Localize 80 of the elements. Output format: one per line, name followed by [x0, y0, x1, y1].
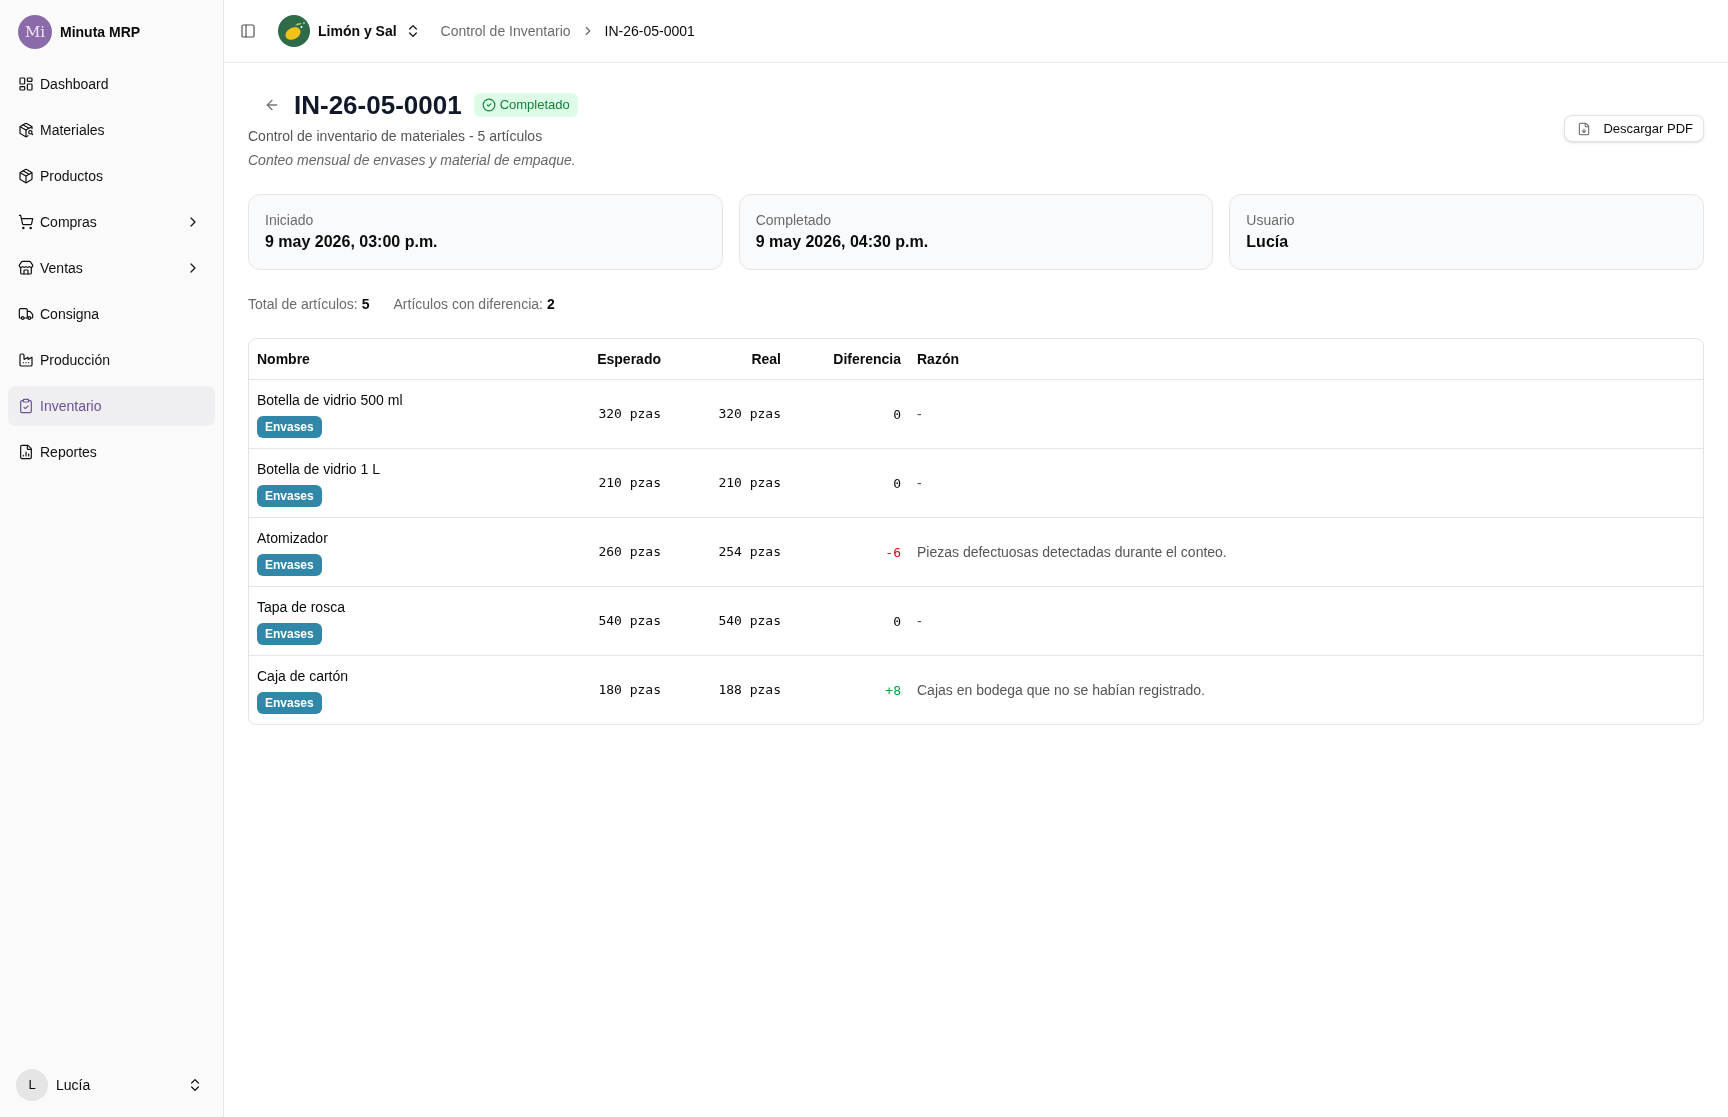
- card-label: Usuario: [1246, 211, 1296, 230]
- table-cell-text: 210 pzas: [717, 474, 782, 493]
- total-value: 5: [361, 295, 370, 314]
- check-circle-icon: [481, 98, 496, 112]
- table-cell-text: -: [916, 404, 923, 424]
- difference-value: +8: [885, 683, 901, 698]
- dashboard-icon: [18, 76, 34, 92]
- nav-item[interactable]: Materiales: [8, 110, 215, 150]
- table-cell-text: -: [916, 611, 923, 631]
- card-label: Completado: [755, 211, 833, 230]
- table-cell-text: 320 pzas: [717, 405, 782, 424]
- column-header: Real: [750, 349, 782, 369]
- company-name[interactable]: Limón y Sal: [318, 20, 397, 42]
- difference-value: 0: [893, 476, 901, 491]
- file-download-icon: [1577, 121, 1592, 136]
- table-cell-text: Cajas en bodega que no se habían registrado.: [916, 680, 1206, 700]
- table-cell-text: -: [916, 473, 923, 493]
- table-cell-text: 540 pzas: [597, 612, 662, 631]
- download-pdf-button[interactable]: Descargar PDF: [1564, 115, 1704, 142]
- column-header: Esperado: [596, 349, 662, 369]
- nav-item[interactable]: Dashboard: [8, 64, 215, 104]
- category-badge: Envases: [257, 416, 322, 438]
- nav-item[interactable]: Inventario: [8, 386, 215, 426]
- truck-icon: [18, 306, 34, 322]
- table-cell-text: 540 pzas: [717, 612, 782, 631]
- item-name: Caja de cartón: [257, 667, 349, 686]
- nav-item[interactable]: Compras: [8, 202, 215, 242]
- table-cell-text: 260 pzas: [597, 543, 662, 562]
- cart-icon: [18, 214, 34, 230]
- difference-value: -6: [885, 545, 901, 560]
- total-label: Artículos con diferencia:: [393, 295, 543, 314]
- category-badge: Envases: [257, 554, 322, 576]
- package-search-icon: [18, 122, 34, 138]
- item-name: Botella de vidrio 500 ml: [257, 391, 403, 410]
- nav-item[interactable]: Consigna: [8, 294, 215, 334]
- card-label: Iniciado: [265, 211, 315, 230]
- table-cell-text: 180 pzas: [597, 681, 662, 700]
- column-header: Diferencia: [832, 349, 902, 369]
- breadcrumb-item[interactable]: Control de Inventario: [440, 20, 571, 42]
- brand-name: Minuta MRP: [60, 22, 141, 42]
- back-arrow-icon[interactable]: [264, 97, 280, 113]
- table-cell-text: 320 pzas: [597, 405, 662, 424]
- column-header: Razón: [916, 349, 960, 369]
- page-title: IN-26-05-0001: [294, 92, 462, 118]
- lemon-logo-icon: [278, 15, 310, 47]
- category-badge: Envases: [257, 485, 322, 507]
- table-cell-text: 210 pzas: [597, 474, 662, 493]
- page-note: Conteo mensual de envases y material de empaque.: [248, 151, 577, 170]
- card-value: 9 may 2026, 04:30 p.m.: [755, 232, 930, 252]
- table-cell-text: Piezas defectuosas detectadas durante el conteo.: [916, 542, 1228, 562]
- table-cell-text: 188 pzas: [717, 681, 782, 700]
- nav-item[interactable]: Producción: [8, 340, 215, 380]
- category-badge: Envases: [257, 692, 322, 714]
- factory-icon: [18, 352, 34, 368]
- clipboard-check-icon: [18, 398, 34, 414]
- card-value: 9 may 2026, 03:00 p.m.: [265, 232, 439, 252]
- category-badge: Envases: [257, 623, 322, 645]
- nav-item[interactable]: Ventas: [8, 248, 215, 288]
- package-icon: [18, 168, 34, 184]
- total-label: Total de artículos:: [248, 295, 358, 314]
- difference-value: 0: [893, 407, 901, 422]
- nav-item[interactable]: Productos: [8, 156, 215, 196]
- difference-value: 0: [893, 614, 901, 629]
- card-value: Lucía: [1246, 232, 1290, 252]
- total-value: 2: [546, 295, 555, 314]
- status-badge: Completado: [473, 93, 578, 117]
- file-chart-icon: [18, 444, 34, 460]
- item-name: Tapa de rosca: [257, 598, 345, 617]
- column-header: Nombre: [256, 349, 311, 369]
- user-name: Lucía: [56, 1075, 92, 1095]
- page-subtitle: Control de inventario de materiales - 5 artículos: [248, 127, 544, 146]
- user-avatar: L: [16, 1069, 48, 1101]
- store-icon: [18, 260, 34, 276]
- sidebar-toggle-icon[interactable]: [240, 23, 256, 39]
- nav-item[interactable]: Reportes: [8, 432, 215, 472]
- table-cell-text: 254 pzas: [717, 543, 782, 562]
- breadcrumb-item: IN-26-05-0001: [604, 21, 695, 41]
- brand-logo: Mi: [18, 15, 52, 49]
- item-name: Atomizador: [257, 529, 328, 548]
- item-name: Botella de vidrio 1 L: [257, 460, 380, 479]
